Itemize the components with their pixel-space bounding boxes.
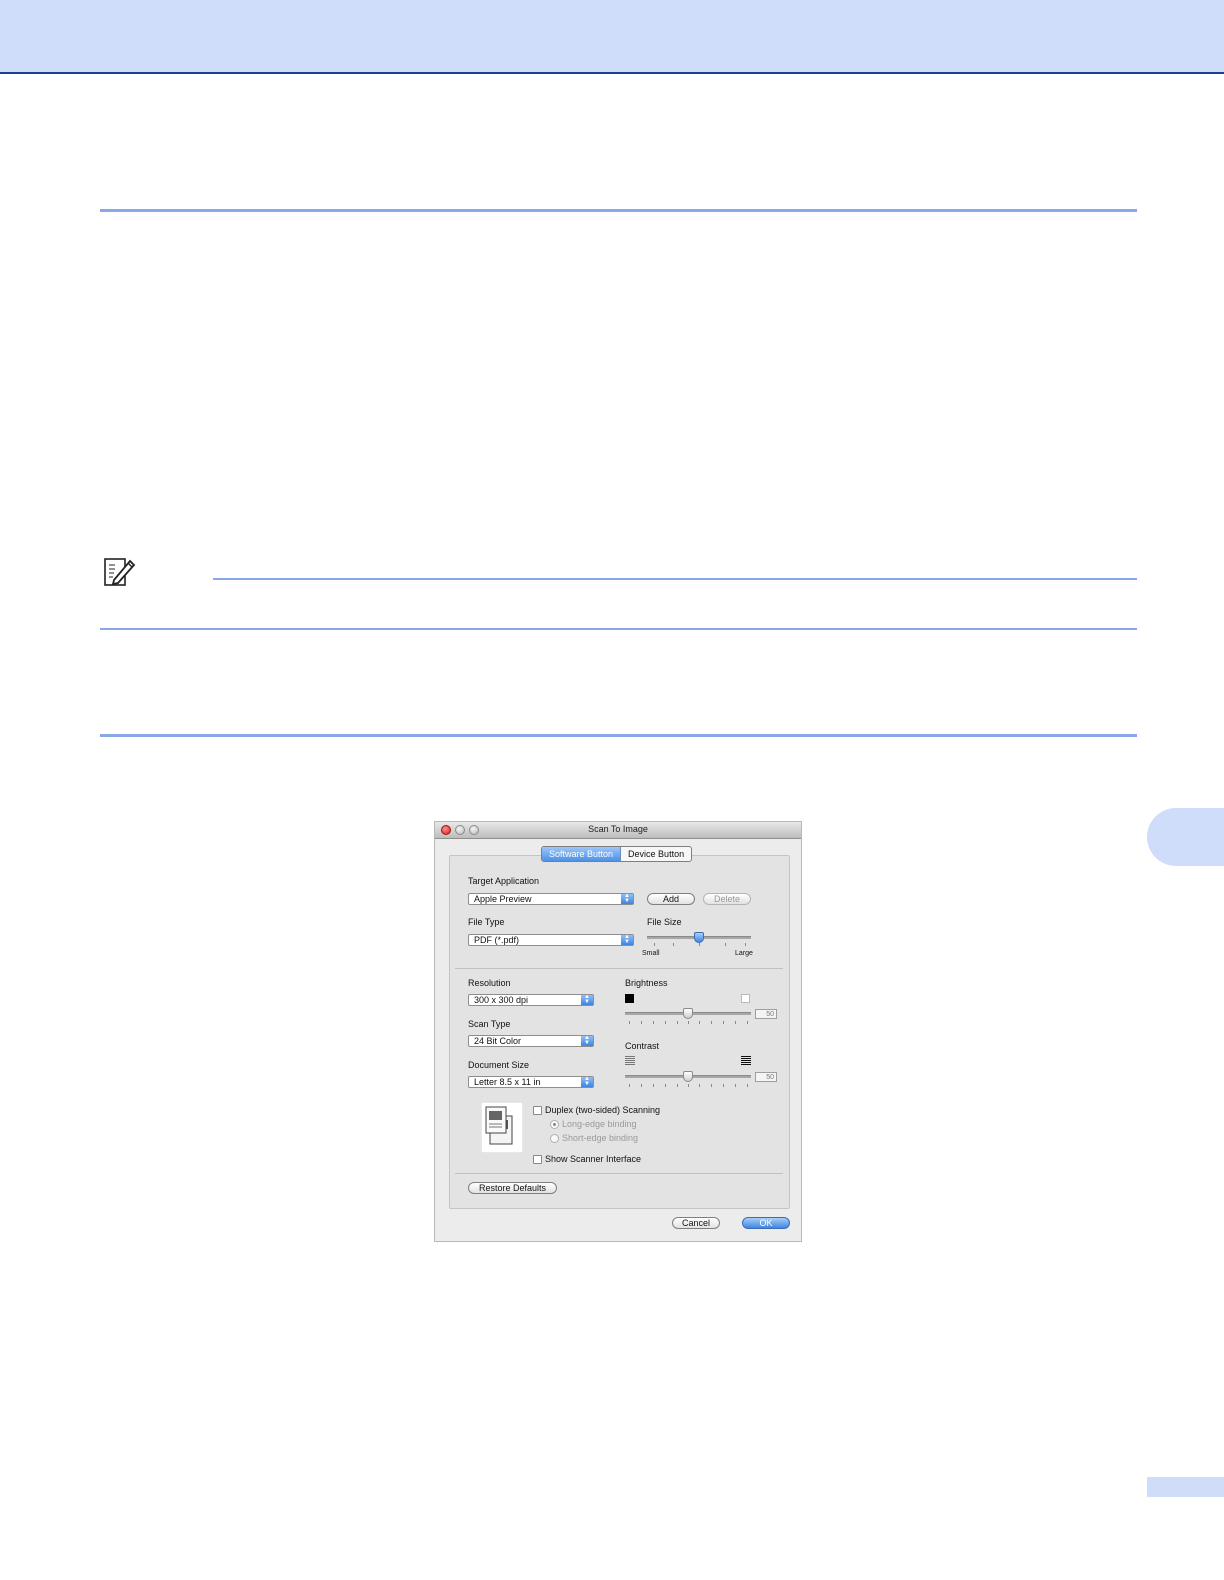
file-type-value: PDF (*.pdf)	[474, 935, 520, 945]
brightness-value-field[interactable]: 50	[755, 1009, 777, 1019]
radio-dot	[553, 1123, 556, 1126]
page-header-band	[0, 0, 1224, 74]
target-application-label: Target Application	[468, 876, 540, 886]
short-edge-radio[interactable]	[550, 1134, 559, 1143]
brightness-dark-icon	[625, 994, 634, 1003]
short-edge-label: Short-edge binding	[562, 1133, 639, 1143]
file-type-label: File Type	[468, 917, 505, 927]
slider-tick	[711, 1021, 712, 1024]
file-type-select[interactable]: PDF (*.pdf) ▲ ▼	[468, 934, 634, 946]
show-scanner-checkbox[interactable]	[533, 1155, 542, 1164]
document-size-value: Letter 8.5 x 11 in	[474, 1077, 541, 1087]
select-arrows-icon: ▲ ▼	[581, 1076, 593, 1087]
slider-tick	[654, 943, 655, 946]
select-arrows-icon: ▲ ▼	[581, 994, 593, 1005]
section-rule-top	[100, 209, 1137, 212]
show-scanner-label: Show Scanner Interface	[545, 1154, 642, 1164]
file-size-large-label: Large	[735, 950, 753, 957]
ok-button[interactable]: OK	[742, 1217, 790, 1229]
long-edge-label: Long-edge binding	[562, 1119, 637, 1129]
tab-device-button[interactable]: Device Button	[621, 847, 691, 861]
scan-type-label: Scan Type	[468, 1019, 511, 1029]
slider-tick	[745, 943, 746, 946]
duplex-preview-icon	[481, 1102, 523, 1153]
slider-tick	[735, 1021, 736, 1024]
slider-tick	[688, 1084, 689, 1087]
brightness-label: Brightness	[625, 978, 668, 988]
slider-tick	[677, 1084, 678, 1087]
section-separator	[455, 1173, 783, 1174]
slider-tick	[725, 943, 726, 946]
slider-tick	[665, 1021, 666, 1024]
delete-button[interactable]: Delete	[703, 893, 751, 905]
duplex-checkbox[interactable]	[533, 1106, 542, 1115]
scan-to-image-dialog: Scan To Image Software Button Device But…	[434, 821, 802, 1242]
window-title: Scan To Image	[588, 824, 648, 834]
slider-tick	[723, 1021, 724, 1024]
target-application-select[interactable]: Apple Preview ▲ ▼	[468, 893, 634, 905]
slider-tick	[735, 1084, 736, 1087]
slider-tick	[723, 1084, 724, 1087]
slider-tick	[688, 1021, 689, 1024]
resolution-select[interactable]: 300 x 300 dpi ▲ ▼	[468, 994, 594, 1006]
brightness-slider-thumb[interactable]	[683, 1008, 693, 1019]
cancel-button[interactable]: Cancel	[672, 1217, 720, 1229]
tab-software-button[interactable]: Software Button	[542, 847, 622, 861]
slider-tick	[677, 1021, 678, 1024]
file-size-label: File Size	[647, 917, 682, 927]
slider-tick	[699, 943, 700, 946]
tab-bar: Software Button Device Button	[541, 846, 693, 862]
restore-defaults-button[interactable]: Restore Defaults	[468, 1182, 557, 1194]
contrast-low-icon	[625, 1056, 635, 1065]
slider-tick	[699, 1021, 700, 1024]
slider-tick	[641, 1084, 642, 1087]
select-arrows-icon: ▲ ▼	[581, 1035, 593, 1046]
document-size-select[interactable]: Letter 8.5 x 11 in ▲ ▼	[468, 1076, 594, 1088]
document-size-label: Document Size	[468, 1060, 530, 1070]
contrast-label: Contrast	[625, 1041, 660, 1051]
slider-tick	[747, 1084, 748, 1087]
slider-tick	[629, 1021, 630, 1024]
resolution-value: 300 x 300 dpi	[474, 995, 529, 1005]
page-number-tab	[1147, 1477, 1224, 1497]
note-icon	[104, 558, 136, 586]
add-button[interactable]: Add	[647, 893, 695, 905]
title-bar[interactable]: Scan To Image	[435, 822, 801, 839]
slider-tick	[747, 1021, 748, 1024]
slider-tick	[641, 1021, 642, 1024]
duplex-label: Duplex (two-sided) Scanning	[545, 1105, 661, 1115]
contrast-value-field[interactable]: 50	[755, 1072, 777, 1082]
target-application-value: Apple Preview	[474, 894, 532, 904]
section-separator	[455, 968, 783, 969]
slider-tick	[653, 1084, 654, 1087]
slider-tick	[711, 1084, 712, 1087]
section-rule-bottom	[100, 734, 1137, 737]
file-size-small-label: Small	[642, 950, 660, 957]
slider-tick	[629, 1084, 630, 1087]
scan-type-value: 24 Bit Color	[474, 1036, 522, 1046]
long-edge-radio[interactable]	[550, 1120, 559, 1129]
slider-tick	[673, 943, 674, 946]
select-arrows-icon: ▲ ▼	[621, 893, 633, 904]
file-size-slider-thumb[interactable]	[694, 932, 704, 943]
note-end-rule	[100, 628, 1137, 630]
contrast-slider-thumb[interactable]	[683, 1071, 693, 1082]
scan-type-select[interactable]: 24 Bit Color ▲ ▼	[468, 1035, 594, 1047]
chapter-tab	[1147, 808, 1224, 866]
contrast-high-icon	[741, 1056, 751, 1065]
slider-tick	[653, 1021, 654, 1024]
slider-tick	[699, 1084, 700, 1087]
note-rule	[213, 578, 1137, 580]
select-arrows-icon: ▲ ▼	[621, 934, 633, 945]
brightness-light-icon	[741, 994, 750, 1003]
slider-tick	[665, 1084, 666, 1087]
resolution-label: Resolution	[468, 978, 511, 988]
